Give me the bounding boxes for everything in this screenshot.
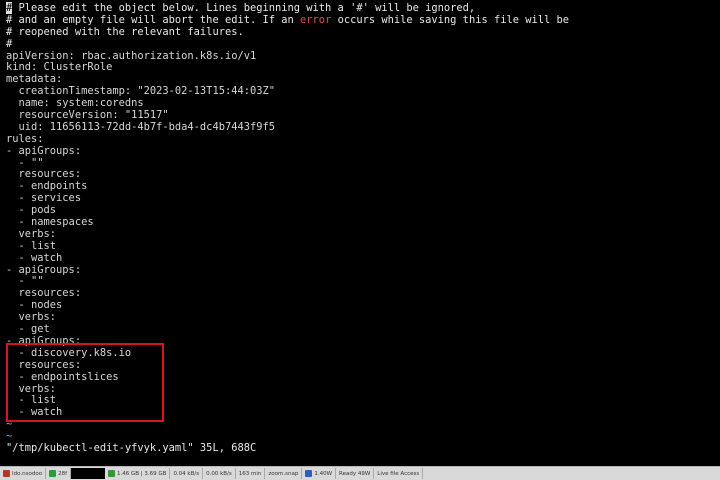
yaml-line: rules: xyxy=(6,132,44,145)
error-word: error xyxy=(300,13,332,26)
yaml-line: verbs: xyxy=(6,382,57,395)
taskbar-label: 0.04 kB/s xyxy=(173,470,200,477)
yaml-line: - list xyxy=(6,394,57,407)
yaml-line: - get xyxy=(6,323,50,336)
taskbar-label: 28f xyxy=(58,470,68,477)
yaml-line: - discovery.k8s.io xyxy=(6,346,132,359)
taskbar-item-download[interactable]: 0.00 kB/s xyxy=(203,468,236,479)
empty-buffer-line: ~ xyxy=(6,418,13,431)
taskbar-label: 0.00 kB/s xyxy=(206,470,232,477)
taskbar-label: Ready 49W xyxy=(339,470,371,477)
yaml-line: - "" xyxy=(6,156,44,169)
taskbar-item-upload[interactable]: 0.04 kB/s xyxy=(170,468,204,479)
yaml-line: - apiGroups: xyxy=(6,263,82,276)
yaml-line: - watch xyxy=(6,251,63,264)
yaml-line: - namespaces xyxy=(6,216,94,229)
taskbar-item-battery[interactable]: Ready 49W xyxy=(336,468,375,479)
weather-icon xyxy=(49,470,57,477)
comment-text: occurs while saving this file will be xyxy=(331,13,570,26)
yaml-line: - apiGroups: xyxy=(6,144,82,157)
taskbar-label: 1.40W xyxy=(314,470,333,477)
yaml-line: - watch xyxy=(6,406,63,419)
editor-buffer[interactable]: # Please edit the object below. Lines be… xyxy=(6,2,570,455)
terminal-editor[interactable]: # Please edit the object below. Lines be… xyxy=(0,0,720,466)
taskbar-label: Ido.nsodoo xyxy=(12,470,43,477)
comment-line: # xyxy=(6,37,13,50)
memory-icon xyxy=(108,470,116,477)
yaml-line: - endpoints xyxy=(6,180,88,193)
taskbar-label: 1.46 GB | 3.69 GB xyxy=(117,470,167,477)
taskbar-item-app[interactable]: zoom.snap xyxy=(265,468,303,479)
yaml-line: - "" xyxy=(6,275,44,288)
yaml-line: resources: xyxy=(6,358,82,371)
taskbar-item-file[interactable]: Live file Access xyxy=(374,468,424,479)
yaml-line: - services xyxy=(6,192,82,205)
taskbar-black-block xyxy=(71,468,106,479)
comment-line: # reopened with the relevant failures. xyxy=(6,25,244,38)
yaml-line: - nodes xyxy=(6,299,63,312)
taskbar-label: Live file Access xyxy=(377,470,420,477)
taskbar-item-time[interactable]: 163 min xyxy=(236,468,266,479)
taskbar-item-start[interactable]: Ido.nsodoo xyxy=(0,468,47,479)
comment-text: Please edit the object below. Lines begi… xyxy=(12,2,476,14)
comment-text: # and an empty file will abort the edit.… xyxy=(6,13,301,26)
taskbar-item-memory[interactable]: 1.46 GB | 3.69 GB xyxy=(105,468,171,479)
yaml-line: resources: xyxy=(6,287,82,300)
taskbar-item-weather[interactable]: 28f xyxy=(46,468,72,479)
yaml-line: verbs: xyxy=(6,311,57,324)
yaml-line: uid: 11656113-72dd-4b7f-bda4-dc4b7443f9f… xyxy=(6,120,276,133)
taskbar-label: zoom.snap xyxy=(268,470,299,477)
yaml-line: - endpointslices xyxy=(6,370,119,383)
taskbar-label: 163 min xyxy=(238,470,262,477)
app-icon xyxy=(3,470,10,477)
yaml-line: kind: ClusterRole xyxy=(6,61,113,74)
yaml-line: resources: xyxy=(6,168,82,181)
status-line: "/tmp/kubectl-edit-yfvyk.yaml" 35L, 688C xyxy=(6,441,257,454)
taskbar-item-power[interactable]: 1.40W xyxy=(302,468,337,479)
power-icon xyxy=(305,470,313,477)
yaml-line: verbs: xyxy=(6,227,57,240)
taskbar: Ido.nsodoo 28f 1.46 GB | 3.69 GB 0.04 kB… xyxy=(0,466,720,480)
yaml-line: - list xyxy=(6,239,57,252)
comment-line: # and an empty file will abort the edit.… xyxy=(6,13,570,27)
